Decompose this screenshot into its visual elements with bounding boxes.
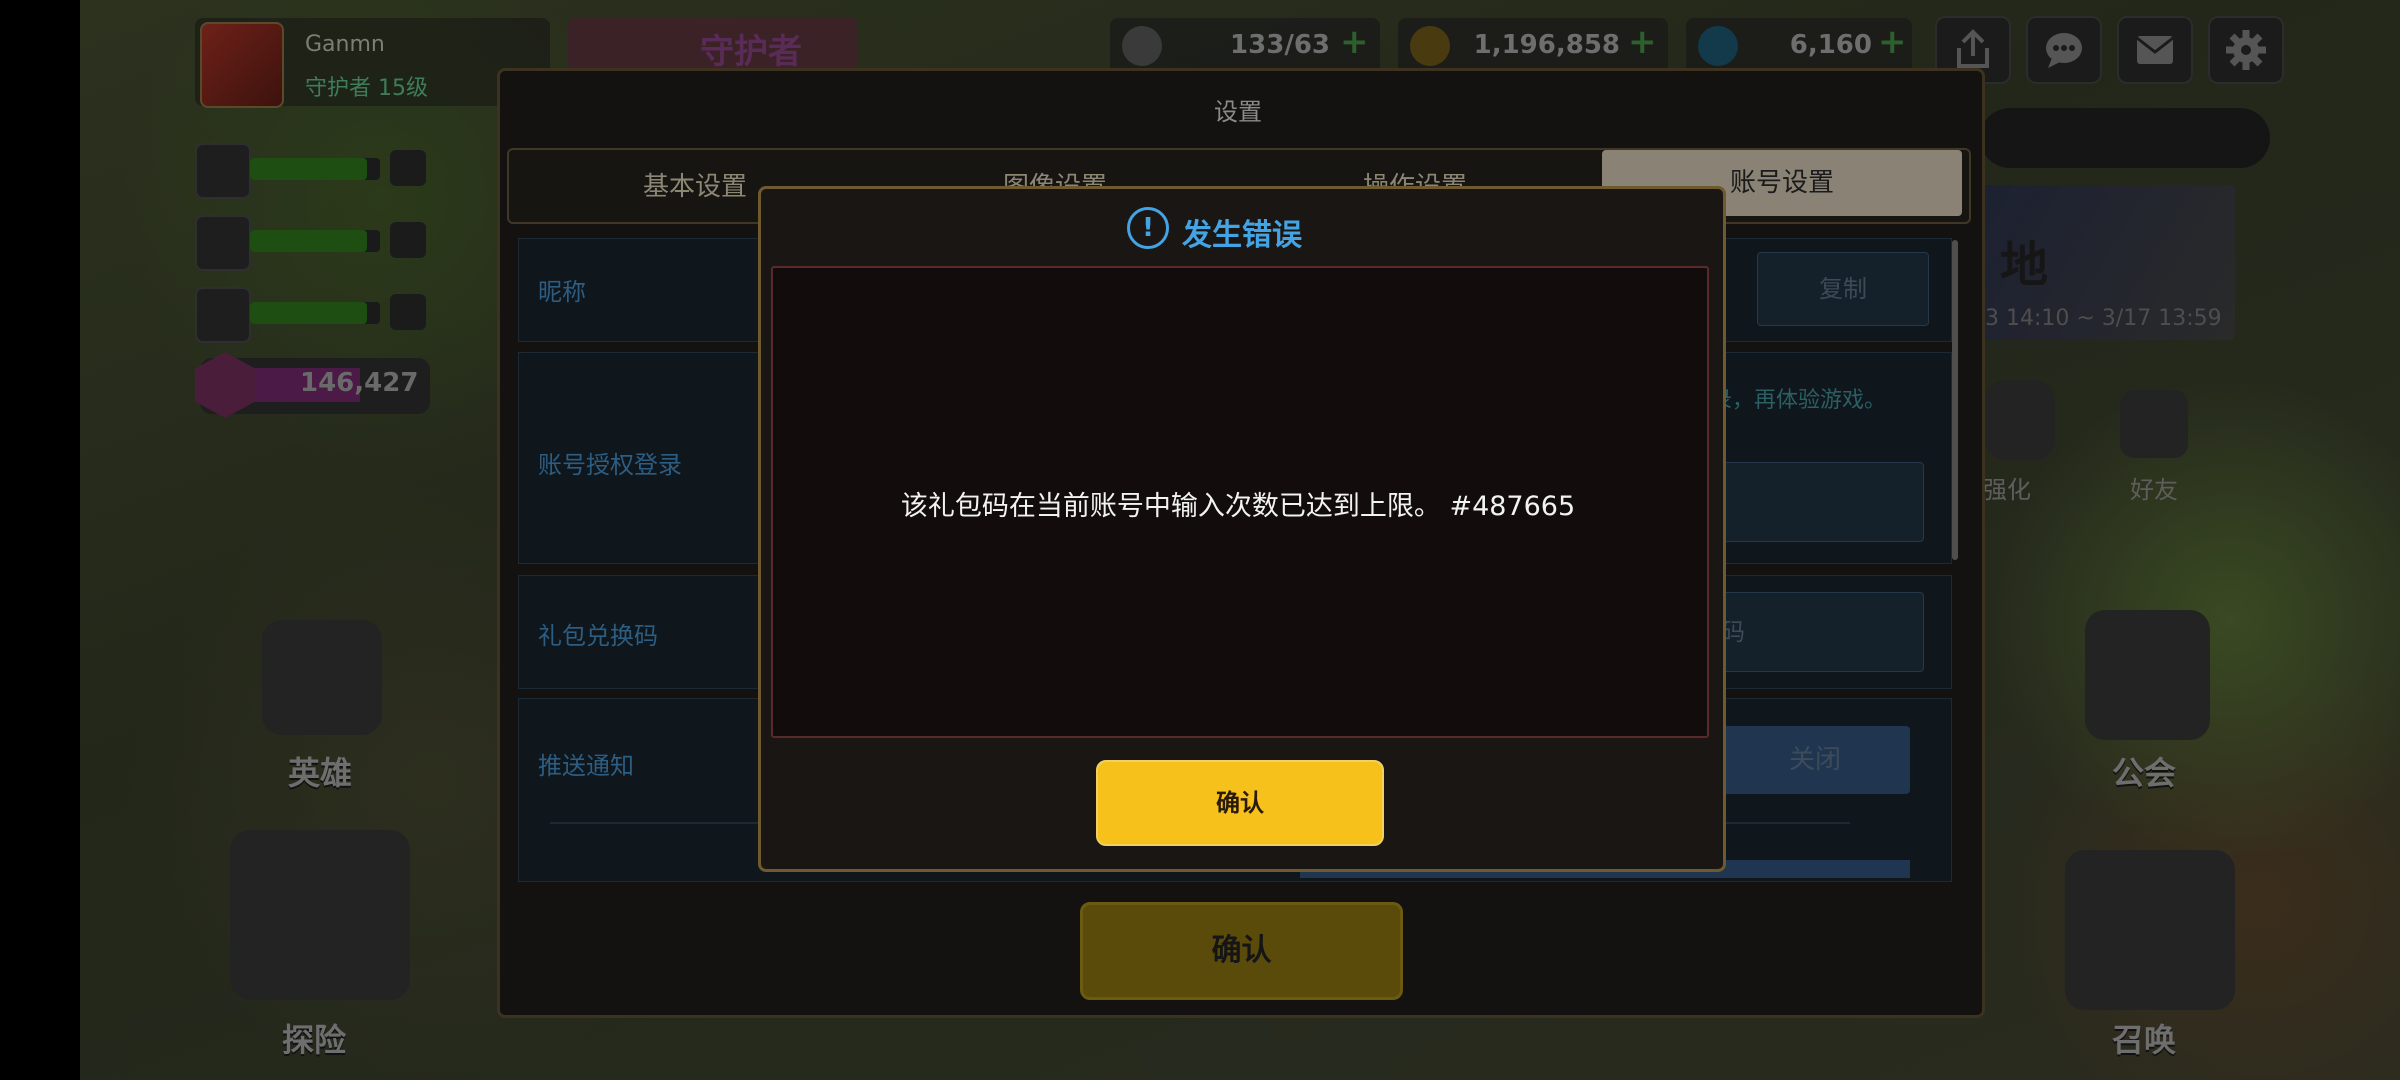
chat-button[interactable] — [2026, 16, 2102, 84]
gift-code-input[interactable]: 码 — [1720, 592, 1924, 672]
exclamation-mark: ! — [1142, 213, 1154, 243]
event-banner-title: 守护者 — [700, 32, 802, 72]
push-off-toggle[interactable]: 关闭 — [1720, 726, 1910, 794]
guild-nav-icon[interactable] — [2085, 610, 2210, 740]
drink-stat-search-icon[interactable] — [390, 222, 426, 258]
mail-icon — [2136, 36, 2174, 64]
settings-scrollbar[interactable] — [1952, 240, 1958, 560]
event-card-time: 3 14:10 ~ 3/17 13:59 — [1985, 306, 2222, 331]
share-icon — [1957, 29, 1989, 68]
coffee-value: 133/63 — [1230, 30, 1330, 60]
gold-coin-icon — [1410, 26, 1450, 66]
copy-button[interactable]: 复制 — [1757, 252, 1929, 326]
heart-value: 146,427 — [300, 368, 419, 398]
gear-icon — [2226, 30, 2266, 70]
error-confirm-button[interactable]: 确认 — [1096, 760, 1384, 846]
error-modal-title: 发生错误 — [1182, 218, 1302, 253]
gem-value: 6,160 — [1789, 30, 1872, 60]
error-message: 该礼包码在当前账号中输入次数已达到上限。 #487665 — [900, 491, 1576, 522]
player-name: Ganmn — [305, 32, 385, 57]
diamond-icon — [1698, 26, 1738, 66]
auth-hint-text: 录，再体验游戏。 — [1710, 388, 1887, 413]
settings-button[interactable] — [2208, 16, 2284, 84]
player-avatar[interactable] — [200, 22, 284, 108]
summon-nav-label[interactable]: 召唤 — [2112, 1015, 2176, 1061]
enhance-nav-label[interactable]: 强化 — [1983, 470, 2031, 505]
exclamation-icon: ! — [1127, 207, 1169, 249]
event-card-title: 地 — [2000, 237, 2049, 293]
coffee-cup-icon — [1122, 26, 1162, 66]
hero-nav-label[interactable]: 英雄 — [288, 748, 352, 794]
adventure-nav-label[interactable]: 探险 — [282, 1015, 346, 1061]
gift-code-label: 礼包兑换码 — [538, 622, 658, 650]
adventure-nav-icon[interactable] — [230, 830, 410, 1000]
mail-button[interactable] — [2117, 16, 2193, 84]
dice-stat-fill — [250, 302, 367, 324]
drink-stat-icon — [195, 215, 251, 271]
add-gem-button[interactable]: + — [1878, 22, 1907, 62]
auth-login-button[interactable] — [1720, 462, 1924, 542]
push-notification-label: 推送通知 — [538, 752, 634, 780]
dice-stat-icon — [195, 287, 251, 343]
player-rank: 守护者 15级 — [305, 76, 428, 101]
food-stat-icon — [195, 143, 251, 199]
nickname-label: 昵称 — [538, 278, 586, 306]
food-stat-search-icon[interactable] — [390, 150, 426, 186]
dice-stat-search-icon[interactable] — [390, 294, 426, 330]
hero-nav-icon[interactable] — [262, 620, 382, 735]
gold-value: 1,196,858 — [1473, 30, 1620, 60]
add-coffee-button[interactable]: + — [1340, 22, 1369, 62]
settings-confirm-button[interactable]: 确认 — [1080, 902, 1403, 1000]
friends-nav-icon[interactable] — [2120, 390, 2188, 458]
game-screen: Ganmn 守护者 15级 守护者 133/63 + 1,196,858 + 6… — [0, 0, 2400, 1080]
auth-login-label: 账号授权登录 — [538, 451, 682, 479]
chat-icon — [2046, 33, 2082, 68]
enhance-nav-icon[interactable] — [1985, 380, 2055, 460]
summon-nav-icon[interactable] — [2065, 850, 2235, 1010]
drink-stat-fill — [250, 230, 367, 252]
food-stat-fill — [250, 158, 367, 180]
settings-title: 设置 — [1214, 98, 1262, 126]
guild-nav-label[interactable]: 公会 — [2112, 748, 2176, 794]
letterbox-bar — [0, 0, 80, 1080]
right-top-strip — [1980, 108, 2270, 168]
add-gold-button[interactable]: + — [1628, 22, 1657, 62]
friends-nav-label[interactable]: 好友 — [2130, 470, 2178, 505]
